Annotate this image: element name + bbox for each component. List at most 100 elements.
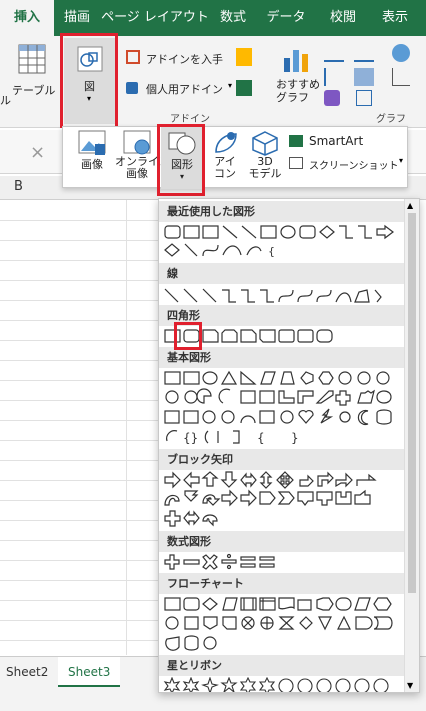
grid-line bbox=[0, 260, 165, 261]
chevron-down-icon: ▾ bbox=[228, 81, 233, 90]
3d-models-button[interactable]: 3D モデル bbox=[245, 127, 285, 189]
addin-icon bbox=[126, 82, 138, 94]
grid-line bbox=[0, 340, 165, 341]
block-arrows-rows bbox=[163, 471, 403, 527]
section-stars-ribbons: 星とリボン bbox=[159, 655, 405, 676]
table-sub-label: ル bbox=[0, 94, 11, 107]
section-flowchart: フローチャート bbox=[159, 573, 405, 594]
section-block-arrows: ブロック矢印 bbox=[159, 449, 405, 470]
3d-models-label: 3D モデル bbox=[248, 155, 282, 180]
icons-button[interactable]: アイ コン bbox=[205, 127, 245, 189]
equation-shape-icons[interactable] bbox=[163, 553, 403, 571]
table-icon bbox=[18, 44, 46, 74]
map-chart-icon[interactable] bbox=[324, 90, 340, 106]
smartart-button[interactable]: SmartArt bbox=[289, 133, 399, 151]
svg-text:{: { bbox=[268, 245, 275, 258]
picture-icon bbox=[78, 130, 106, 155]
grid-line bbox=[0, 240, 165, 241]
grid-line bbox=[0, 400, 165, 401]
grid-line bbox=[0, 300, 165, 301]
scatter-chart-icon[interactable] bbox=[392, 68, 410, 86]
line-chart-icon[interactable] bbox=[354, 44, 374, 62]
stars-row bbox=[163, 676, 403, 693]
recent-shapes-icons[interactable]: { bbox=[163, 223, 403, 263]
addin-group-label: アドイン bbox=[170, 114, 210, 125]
section-lines: 線 bbox=[159, 263, 405, 284]
tab-formulas[interactable]: 数式 bbox=[210, 0, 256, 36]
grid-line bbox=[0, 480, 165, 481]
bing-icon[interactable] bbox=[236, 48, 252, 66]
cancel-icon[interactable]: × bbox=[30, 142, 45, 163]
line-shapes-row bbox=[163, 287, 403, 307]
section-equation-shapes: 数式図形 bbox=[159, 531, 405, 552]
icons-label: アイ コン bbox=[214, 155, 236, 180]
svg-text:{}: {} bbox=[183, 431, 198, 445]
picture-button[interactable]: 画像 bbox=[69, 127, 115, 189]
grid-line bbox=[126, 200, 127, 655]
grid-line bbox=[0, 320, 165, 321]
grid-line bbox=[0, 520, 165, 521]
grid-line bbox=[0, 500, 165, 501]
column-b-header[interactable]: B bbox=[14, 179, 23, 194]
svg-text:{: { bbox=[257, 431, 265, 445]
grid-line bbox=[0, 460, 165, 461]
get-addins-label: アドインを入手 bbox=[146, 53, 223, 66]
column-chart-icon[interactable] bbox=[324, 44, 344, 62]
table-button[interactable]: テーブル bbox=[8, 44, 58, 104]
line-shapes-icons[interactable] bbox=[163, 287, 403, 305]
my-addins-label: 個人用アドイン bbox=[146, 83, 223, 96]
grid-line bbox=[0, 640, 165, 641]
sheet-tab-sheet3[interactable]: Sheet3 bbox=[58, 657, 121, 687]
grid-line bbox=[0, 440, 165, 441]
tab-view[interactable]: 表示 bbox=[370, 0, 420, 36]
tab-page-layout[interactable]: ページ レイアウト bbox=[100, 0, 210, 36]
recommended-chart-icon bbox=[284, 50, 308, 72]
highlight-shapes-button bbox=[157, 124, 205, 196]
area-chart-icon[interactable] bbox=[354, 68, 374, 86]
illustrations-dropdown: 画像 オンライン 画像 図形 ▾ アイ コン 3D モデル SmartArt ス… bbox=[62, 126, 408, 189]
chart-group-label: グラフ bbox=[376, 114, 406, 125]
tab-data[interactable]: データ bbox=[256, 0, 316, 36]
block-arrow-icons[interactable] bbox=[163, 471, 403, 533]
pivot-chart-icon[interactable] bbox=[356, 90, 372, 106]
smartart-icon bbox=[289, 135, 303, 147]
scroll-thumb[interactable] bbox=[408, 213, 416, 593]
section-recent-shapes: 最近使用した図形 bbox=[159, 201, 405, 222]
my-addins-button[interactable]: 個人用アドイン ▾ bbox=[126, 80, 236, 98]
pie-chart-icon[interactable] bbox=[392, 44, 410, 62]
online-picture-label: オンライン 画像 bbox=[115, 155, 170, 180]
flowchart-icons[interactable] bbox=[163, 595, 403, 655]
basic-shapes-rows: {} {} bbox=[163, 369, 403, 445]
online-picture-icon bbox=[123, 130, 151, 155]
section-basic-shapes: 基本図形 bbox=[159, 347, 405, 368]
equation-shapes-row bbox=[163, 553, 403, 573]
basic-shapes-icons[interactable]: {} {} bbox=[163, 369, 403, 447]
online-picture-button[interactable]: オンライン 画像 bbox=[115, 127, 170, 189]
recommended-charts-button[interactable]: おすすめ グラフ bbox=[274, 40, 320, 108]
get-addins-button[interactable]: アドインを入手 bbox=[126, 50, 236, 68]
scroll-down-icon[interactable]: ▼ bbox=[407, 681, 413, 690]
tab-draw[interactable]: 描画 bbox=[54, 0, 100, 36]
tab-review[interactable]: 校閲 bbox=[316, 0, 370, 36]
scroll-up-icon[interactable]: ▲ bbox=[407, 201, 413, 210]
grid-line bbox=[0, 600, 165, 601]
smartart-label: SmartArt bbox=[309, 134, 364, 148]
shapes-gallery-scrollbar[interactable]: ▲ ▼ bbox=[404, 199, 419, 692]
status-bar bbox=[0, 690, 426, 711]
tab-insert[interactable]: 挿入 bbox=[0, 0, 54, 36]
recent-shapes-row-1: { bbox=[163, 223, 403, 258]
bar-chart-icon[interactable] bbox=[324, 68, 344, 86]
highlight-rounded-rectangle bbox=[174, 322, 202, 350]
chevron-down-icon: ▾ bbox=[399, 156, 404, 165]
people-graph-icon[interactable] bbox=[236, 80, 252, 96]
grid-line bbox=[0, 380, 165, 381]
recommended-charts-label: おすすめ グラフ bbox=[276, 78, 320, 104]
star-icons[interactable] bbox=[163, 676, 403, 693]
screenshot-button[interactable]: スクリーンショット ▾ bbox=[289, 155, 405, 173]
screenshot-label: スクリーンショット bbox=[309, 161, 399, 172]
grid-line bbox=[0, 420, 165, 421]
store-icon bbox=[126, 50, 140, 64]
grid-line bbox=[0, 580, 165, 581]
sheet-tab-sheet2[interactable]: Sheet2 bbox=[0, 657, 58, 687]
ribbon-tabs: 挿入 描画 ページ レイアウト 数式 データ 校閲 表示 bbox=[0, 0, 426, 36]
